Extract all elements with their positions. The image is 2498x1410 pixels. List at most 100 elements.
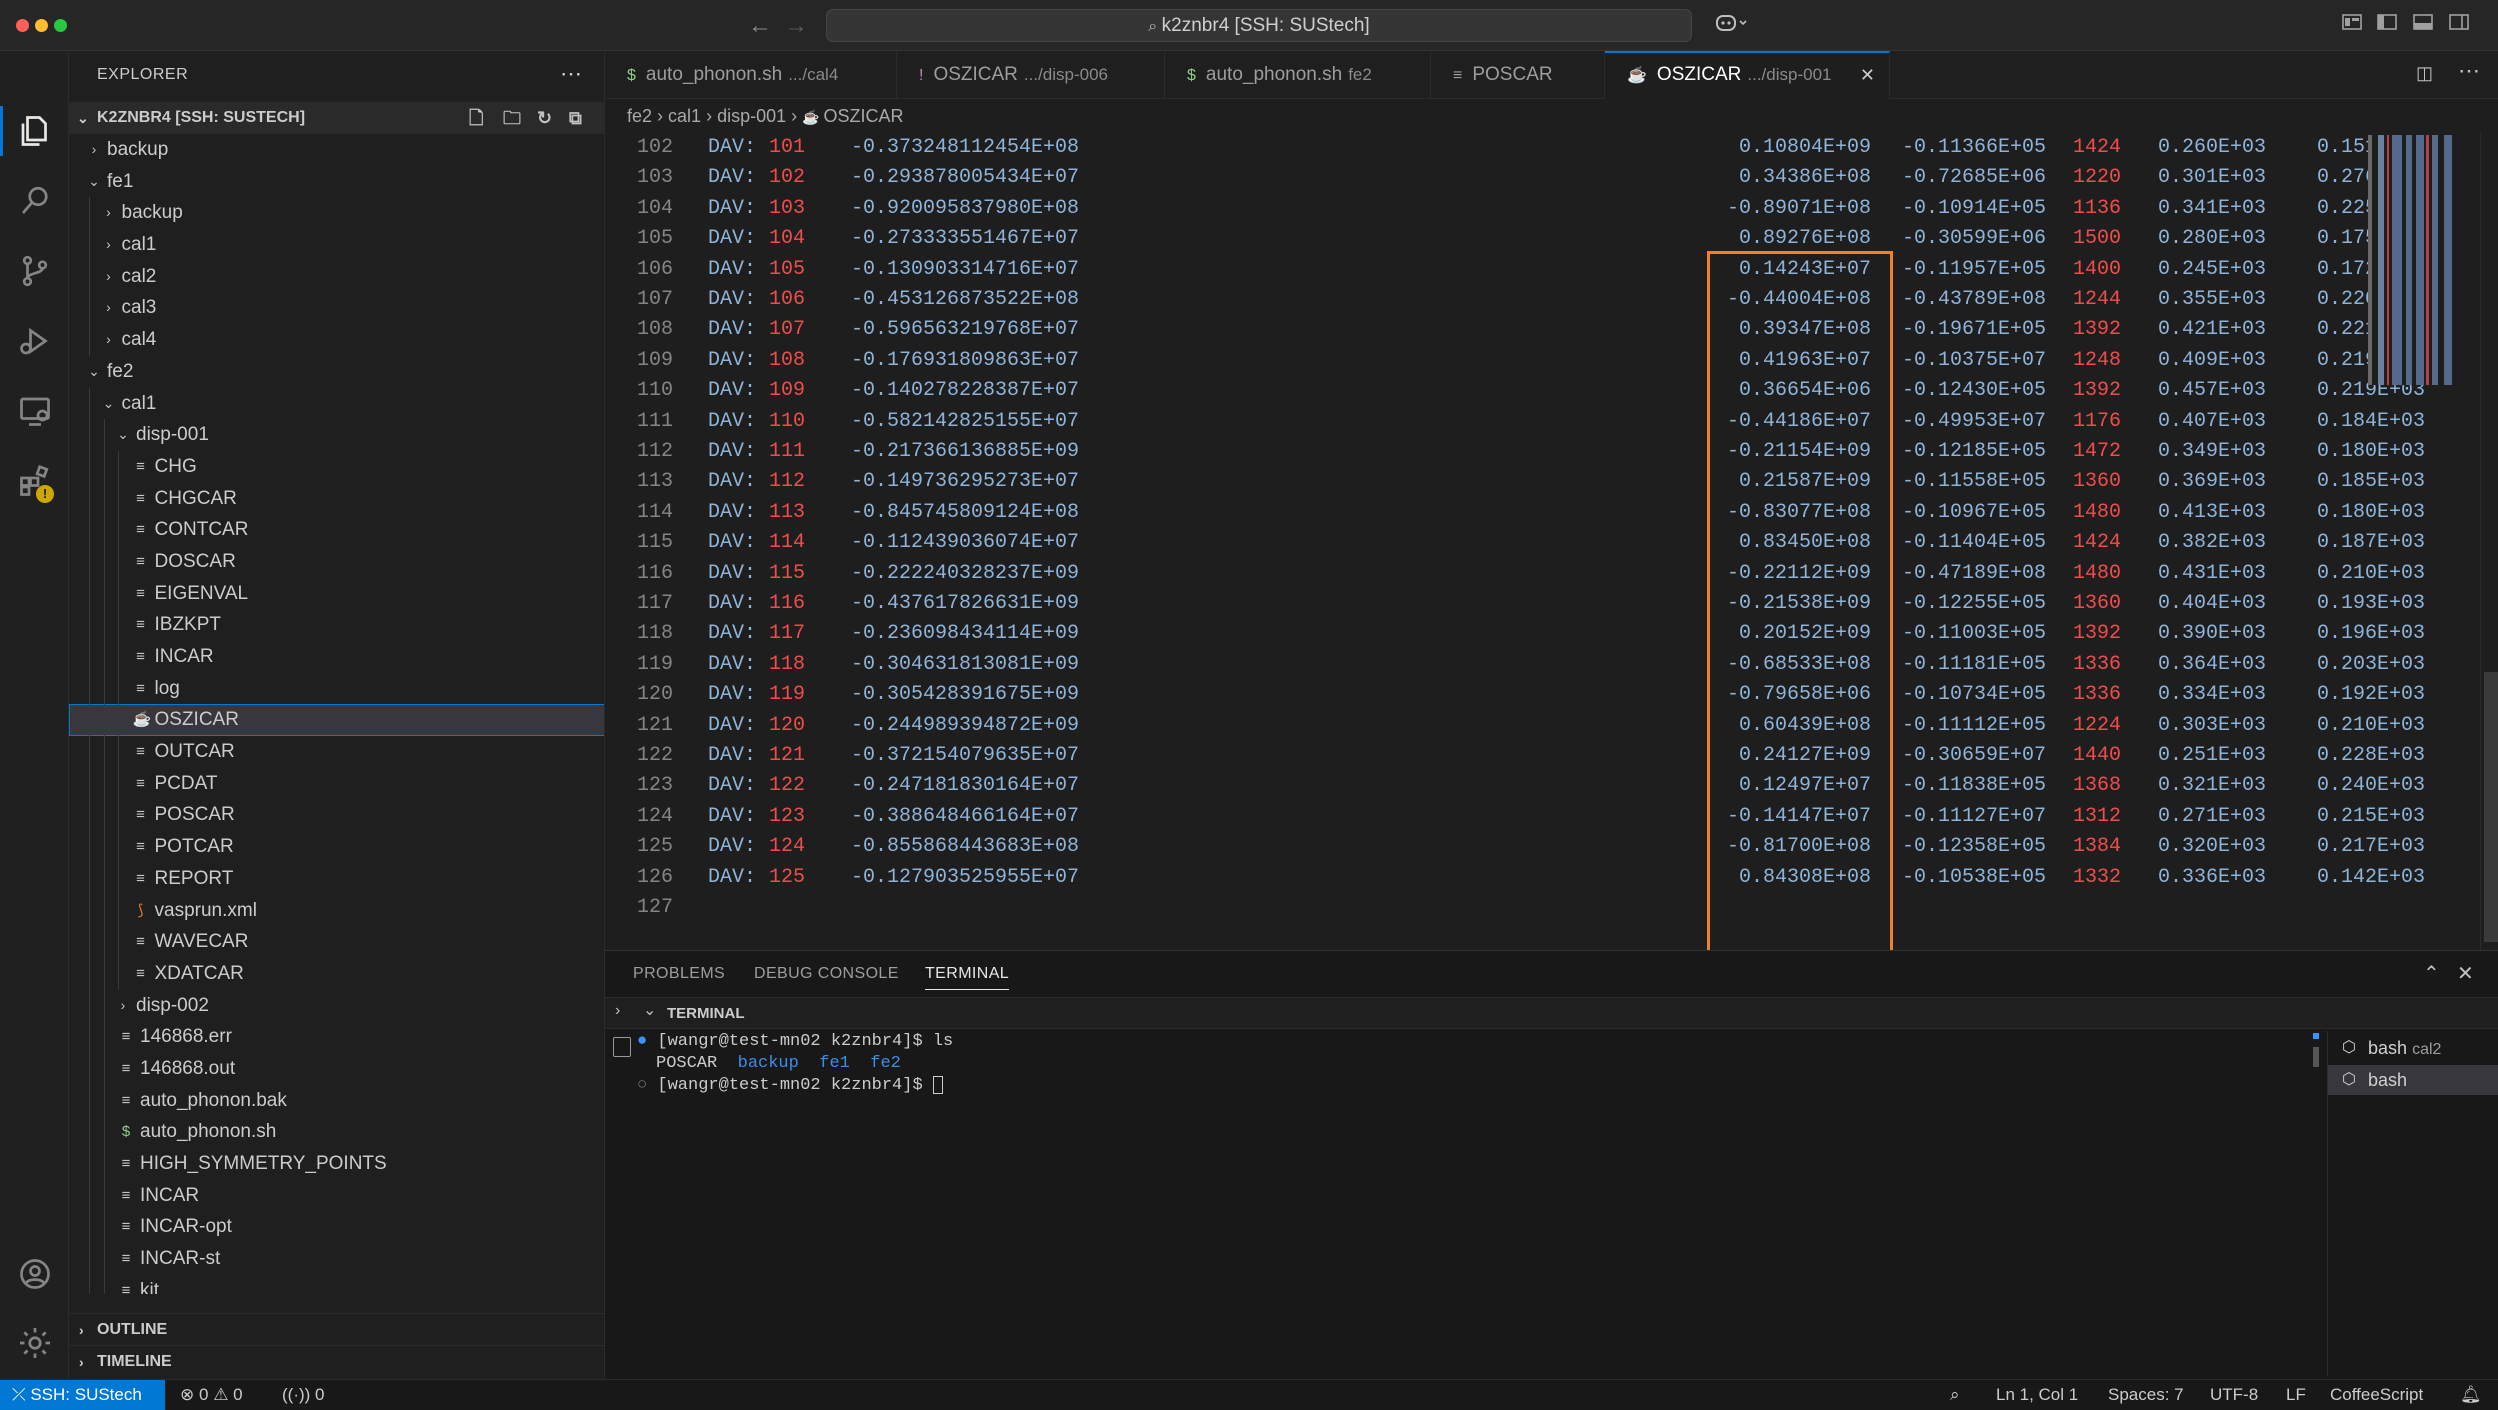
cursor-position[interactable]: Ln 1, Col 1	[1996, 1380, 2078, 1410]
editor-tab-oszicar[interactable]: ☕ OSZICAR .../disp-001 ✕	[1605, 51, 1890, 99]
close-panel-icon[interactable]: ✕	[2457, 961, 2474, 986]
file-contcar[interactable]: ≡ CONTCAR	[69, 514, 604, 546]
maximize-window-button[interactable]	[54, 19, 67, 32]
refresh-icon[interactable]: ↻	[537, 107, 559, 129]
file-ibzkpt[interactable]: ≡ IBZKPT	[69, 609, 604, 641]
editor-tab-auto-phonon-sh[interactable]: $ auto_phonon.sh .../cal4	[605, 51, 897, 99]
terminal-instance-bash-cal2[interactable]: ⬡ bash cal2	[2328, 1033, 2498, 1063]
minimize-window-button[interactable]	[35, 19, 48, 32]
terminal-list-icon[interactable]	[613, 1037, 631, 1057]
maximize-panel-icon[interactable]: ⌃	[2423, 961, 2440, 986]
terminal-output[interactable]: ● [wangr@test-mn02 k2znbr4]$ ls POSCAR b…	[637, 1031, 2337, 1376]
file-incar[interactable]: ≡ INCAR	[69, 1179, 604, 1212]
file-146868-err[interactable]: ≡ 146868.err	[69, 1021, 604, 1053]
folder-disp-002[interactable]: › disp-002	[69, 989, 604, 1022]
breadcrumb-item[interactable]: fe2	[627, 106, 652, 126]
search-icon[interactable]	[0, 171, 69, 231]
file-eigenval[interactable]: ≡ EIGENVAL	[69, 577, 604, 610]
file-auto-phonon-sh[interactable]: $ auto_phonon.sh	[69, 1116, 604, 1148]
extensions-icon[interactable]: !	[0, 451, 69, 511]
file-wavecar[interactable]: ≡ WAVECAR	[69, 926, 604, 958]
accounts-icon[interactable]	[0, 1244, 69, 1304]
folder-disp-001[interactable]: ⌄ disp-001	[69, 419, 604, 451]
encoding[interactable]: UTF-8	[2210, 1380, 2258, 1410]
collapse-all-icon[interactable]: ⧉	[569, 107, 591, 129]
forward-arrow-icon[interactable]: →	[784, 12, 808, 40]
copilot-icon[interactable]	[1712, 13, 1752, 35]
file-high-symmetry-points[interactable]: ≡ HIGH_SYMMETRY_POINTS	[69, 1148, 604, 1180]
folder-cal1[interactable]: › cal1	[69, 229, 604, 261]
toggle-panel-icon[interactable]	[2412, 13, 2434, 35]
minimap[interactable]	[2368, 135, 2460, 385]
file-potcar[interactable]: ≡ POTCAR	[69, 831, 604, 863]
breadcrumb-item[interactable]: OSZICAR	[823, 106, 903, 126]
file-log[interactable]: ≡ log	[69, 672, 604, 705]
file-outcar[interactable]: ≡ OUTCAR	[69, 736, 604, 768]
new-folder-icon[interactable]: 🗀	[503, 107, 525, 129]
file-chg[interactable]: ≡ CHG	[69, 450, 604, 483]
remote-explorer-icon[interactable]	[0, 381, 69, 441]
timeline-section[interactable]: › TIMELINE	[69, 1345, 604, 1377]
editor-tab-oszicar[interactable]: ! OSZICAR .../disp-006	[897, 51, 1165, 99]
more-editor-actions-icon[interactable]: ⋯	[2458, 58, 2480, 84]
zoom-icon[interactable]: ⌕	[1950, 1380, 1960, 1410]
command-center-search[interactable]: ⌕ k2znbr4 [SSH: SUStech]	[826, 9, 1692, 42]
folder-backup[interactable]: › backup	[69, 134, 604, 166]
file-vasprun-xml[interactable]: ⟆ vasprun.xml	[69, 894, 604, 927]
more-actions-icon[interactable]: ⋯	[560, 61, 582, 87]
editor-tab-poscar[interactable]: ≡ POSCAR	[1431, 51, 1605, 99]
file-incar-opt[interactable]: ≡ INCAR-opt	[69, 1211, 604, 1244]
chevron-down-icon[interactable]: ⌄	[643, 1000, 656, 1020]
indentation[interactable]: Spaces: 7	[2108, 1380, 2184, 1410]
outline-section[interactable]: › OUTLINE	[69, 1313, 604, 1345]
folder-cal3[interactable]: › cal3	[69, 292, 604, 325]
settings-gear-icon[interactable]	[0, 1313, 69, 1373]
file-auto-phonon-bak[interactable]: ≡ auto_phonon.bak	[69, 1084, 604, 1117]
split-editor-icon[interactable]: ◫	[2416, 63, 2433, 84]
terminal-instance-bash[interactable]: ⬡ bash	[2328, 1065, 2498, 1095]
tab-terminal[interactable]: TERMINAL	[925, 965, 1010, 990]
breadcrumb-item[interactable]: disp-001	[717, 106, 786, 126]
file-incar[interactable]: ≡ INCAR	[69, 641, 604, 673]
toggle-primary-sidebar-icon[interactable]	[2376, 13, 2398, 35]
new-file-icon[interactable]: 🗋	[469, 107, 491, 129]
file-incar-st[interactable]: ≡ INCAR-st	[69, 1243, 604, 1275]
workspace-root[interactable]: ⌄ K2ZNBR4 [SSH: SUSTECH] 🗋 🗀 ↻ ⧉	[69, 102, 604, 134]
close-window-button[interactable]	[16, 19, 29, 32]
code-editor[interactable]: 102 DAV: 101 -0.373248112454E+08 0.10804E+09…	[605, 133, 2498, 950]
chevron-right-icon[interactable]: ›	[615, 1002, 620, 1020]
problems-indicator[interactable]: ⊗ 0 ⚠ 0	[180, 1380, 243, 1410]
folder-fe2[interactable]: ⌄ fe2	[69, 356, 604, 388]
file-xdatcar[interactable]: ≡ XDATCAR	[69, 957, 604, 990]
file-doscar[interactable]: ≡ DOSCAR	[69, 545, 604, 578]
breadcrumb-item[interactable]: cal1	[668, 106, 701, 126]
editor-tab-auto-phonon-sh[interactable]: $ auto_phonon.sh fe2	[1165, 51, 1431, 99]
folder-cal1[interactable]: ⌄ cal1	[69, 387, 604, 420]
folder-backup[interactable]: › backup	[69, 197, 604, 230]
toggle-secondary-sidebar-icon[interactable]	[2448, 13, 2470, 35]
editor-scrollbar-thumb[interactable]	[2484, 672, 2498, 942]
folder-fe1[interactable]: ⌄ fe1	[69, 166, 604, 198]
tab-problems[interactable]: PROBLEMS	[633, 965, 725, 983]
source-control-icon[interactable]	[0, 241, 69, 301]
close-tab-icon[interactable]: ✕	[1860, 53, 1875, 97]
run-debug-icon[interactable]	[0, 311, 69, 371]
file-report[interactable]: ≡ REPORT	[69, 862, 604, 895]
end-of-line[interactable]: LF	[2286, 1380, 2306, 1410]
ports-indicator[interactable]: ((·)) 0	[282, 1380, 325, 1410]
file-kit[interactable]: ≡ kit	[69, 1274, 604, 1294]
folder-cal4[interactable]: › cal4	[69, 324, 604, 356]
file-pcdat[interactable]: ≡ PCDAT	[69, 767, 604, 800]
explorer-icon[interactable]	[0, 101, 69, 161]
folder-cal2[interactable]: › cal2	[69, 260, 604, 293]
file-chgcar[interactable]: ≡ CHGCAR	[69, 482, 604, 515]
notifications-bell-icon[interactable]: 🔔︎	[2460, 1380, 2482, 1410]
file-poscar[interactable]: ≡ POSCAR	[69, 799, 604, 832]
file-oszicar[interactable]: ☕ OSZICAR	[69, 704, 604, 737]
back-arrow-icon[interactable]: ←	[748, 12, 772, 40]
remote-indicator[interactable]: ⤫ SSH: SUStech	[0, 1380, 165, 1410]
file-146868-out[interactable]: ≡ 146868.out	[69, 1052, 604, 1085]
customize-layout-icon[interactable]	[2341, 13, 2363, 35]
terminal-scrollbar[interactable]	[2313, 1047, 2319, 1067]
language-mode[interactable]: CoffeeScript	[2330, 1380, 2423, 1410]
